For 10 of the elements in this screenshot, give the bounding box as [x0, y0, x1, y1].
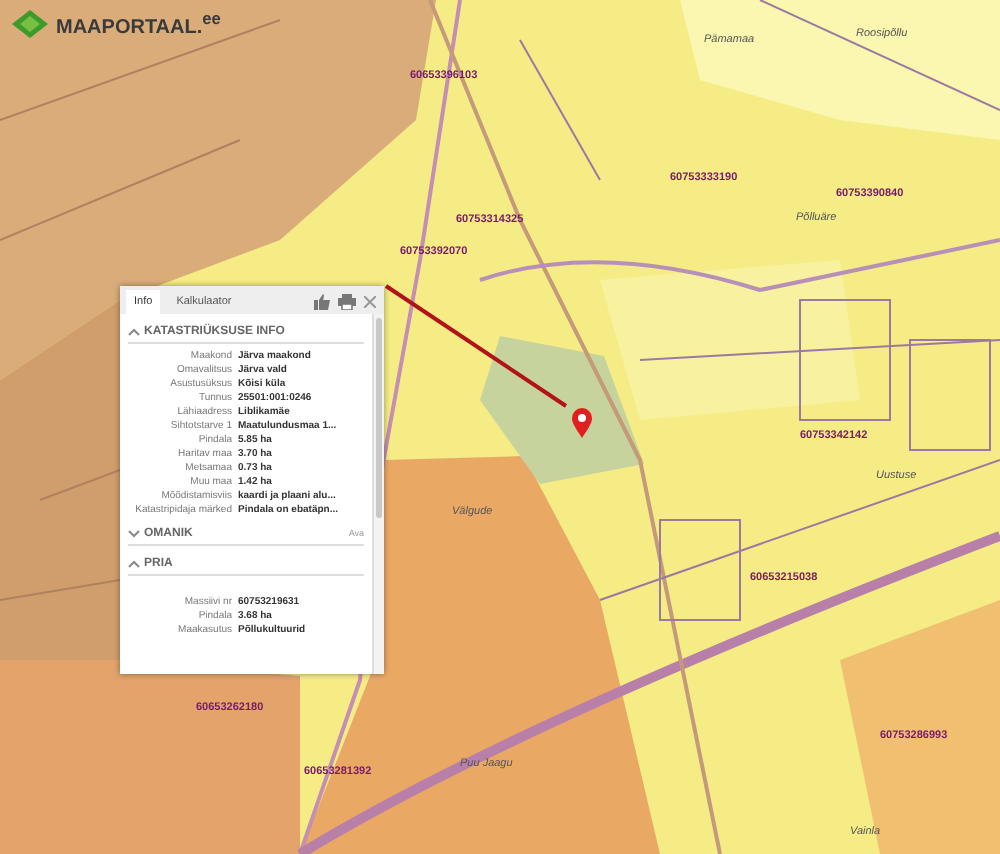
logo-text: MAAPORTAAL.$^{ee}$: [56, 8, 221, 39]
chevron-down-icon[interactable]: [128, 529, 140, 537]
map-pin-icon: [570, 406, 594, 440]
thumbs-up-icon[interactable]: [314, 294, 330, 310]
print-icon[interactable]: [338, 294, 356, 310]
chevron-up-icon[interactable]: [128, 559, 140, 567]
chevron-up-icon[interactable]: [128, 328, 140, 336]
scrollbar[interactable]: [372, 314, 384, 674]
logo-icon: [12, 9, 48, 38]
close-icon[interactable]: [364, 296, 376, 308]
